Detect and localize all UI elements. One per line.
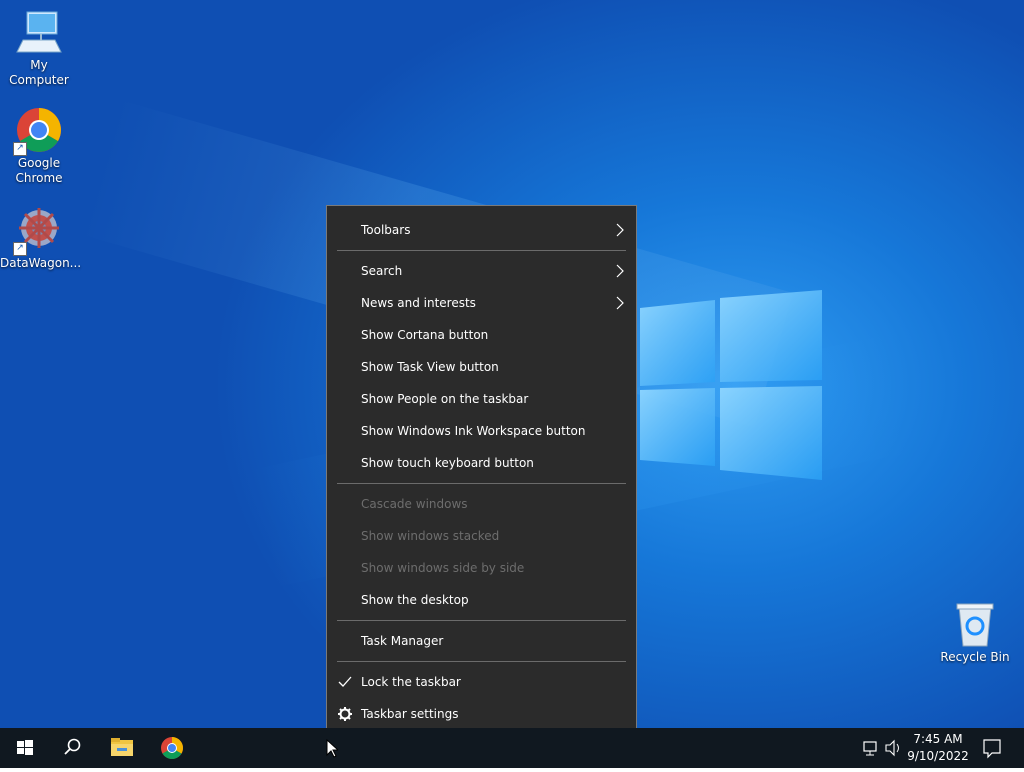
menu-item-label: Show Cortana button [361,328,489,342]
desktop-icon-recycle-bin[interactable]: Recycle Bin [936,600,1014,665]
menu-item-label: Show windows side by side [361,561,525,575]
clock-time: 7:45 AM [913,732,963,746]
search-button[interactable] [48,728,96,768]
taskbar-context-menu: Toolbars Search News and interests Show … [326,205,637,728]
chrome-icon: ↗ [13,106,63,156]
mouse-cursor-icon [326,739,338,758]
menu-item-task-manager[interactable]: Task Manager [327,625,636,657]
menu-item-label: Search [361,264,403,278]
start-icon [17,740,33,755]
desktop[interactable]: My Computer ↗ Google Chrome ↗ DataWagon.… [0,0,1024,728]
desktop-icon-label: Recycle Bin [940,650,1010,664]
menu-separator [337,250,626,251]
menu-item-show-task-view-button[interactable]: Show Task View button [327,351,636,383]
desktop-icon-label: Google Chrome [15,156,63,185]
menu-item-label: Show Windows Ink Workspace button [361,424,586,438]
menu-item-label: Task Manager [361,634,444,648]
desktop-icon-datawagon[interactable]: ↗ DataWagon... [0,206,82,271]
gear-icon [338,707,352,721]
windows-logo-wallpaper [640,290,822,480]
shortcut-arrow-icon: ↗ [13,242,27,256]
network-icon[interactable] [858,728,882,768]
clock-date: 9/10/2022 [907,749,969,763]
menu-item-label: Show windows stacked [361,529,500,543]
menu-item-taskbar-settings[interactable]: Taskbar settings [327,698,636,728]
menu-item-label: Toolbars [361,223,411,237]
menu-item-show-the-desktop[interactable]: Show the desktop [327,584,636,616]
volume-icon[interactable] [882,728,904,768]
menu-item-show-people[interactable]: Show People on the taskbar [327,383,636,415]
menu-item-lock-the-taskbar[interactable]: Lock the taskbar [327,666,636,698]
menu-item-show-windows-ink[interactable]: Show Windows Ink Workspace button [327,415,636,447]
menu-item-show-windows-stacked: Show windows stacked [327,520,636,552]
menu-item-label: Taskbar settings [361,707,459,721]
shortcut-arrow-icon: ↗ [13,142,27,156]
menu-item-show-touch-keyboard[interactable]: Show touch keyboard button [327,447,636,479]
file-explorer-icon [111,738,133,756]
menu-item-label: Show Task View button [361,360,499,374]
menu-separator [337,620,626,621]
chevron-right-icon [616,223,624,237]
desktop-icon-my-computer[interactable]: My Computer [0,8,78,88]
menu-item-show-cortana-button[interactable]: Show Cortana button [327,319,636,351]
menu-item-news-and-interests[interactable]: News and interests [327,287,636,319]
computer-icon [15,8,63,56]
recycle-bin-icon [951,600,999,648]
menu-separator [337,661,626,662]
menu-item-label: News and interests [361,296,476,310]
search-icon [64,738,81,755]
notification-icon[interactable] [978,728,1006,768]
chrome-icon [161,737,183,759]
menu-item-label: Show touch keyboard button [361,456,534,470]
menu-item-label: Cascade windows [361,497,468,511]
desktop-icon-label: My Computer [9,58,69,87]
menu-item-search[interactable]: Search [327,255,636,287]
datawagon-icon: ↗ [13,206,63,256]
desktop-icon-label: DataWagon... [0,256,82,270]
chrome-taskbar-button[interactable] [148,728,196,768]
menu-item-label: Show the desktop [361,593,469,607]
menu-item-show-windows-side-by-side: Show windows side by side [327,552,636,584]
checkmark-icon [338,676,352,687]
menu-item-cascade-windows: Cascade windows [327,488,636,520]
menu-item-toolbars[interactable]: Toolbars [327,214,636,246]
chevron-right-icon [616,264,624,278]
menu-item-label: Lock the taskbar [361,675,461,689]
taskbar[interactable]: 7:45 AM 9/10/2022 [0,728,1024,768]
file-explorer-button[interactable] [98,728,146,768]
system-clock[interactable]: 7:45 AM 9/10/2022 [904,728,972,768]
desktop-icon-google-chrome[interactable]: ↗ Google Chrome [0,106,78,186]
menu-item-label: Show People on the taskbar [361,392,529,406]
chevron-right-icon [616,296,624,310]
start-button[interactable] [0,728,48,768]
menu-separator [337,483,626,484]
